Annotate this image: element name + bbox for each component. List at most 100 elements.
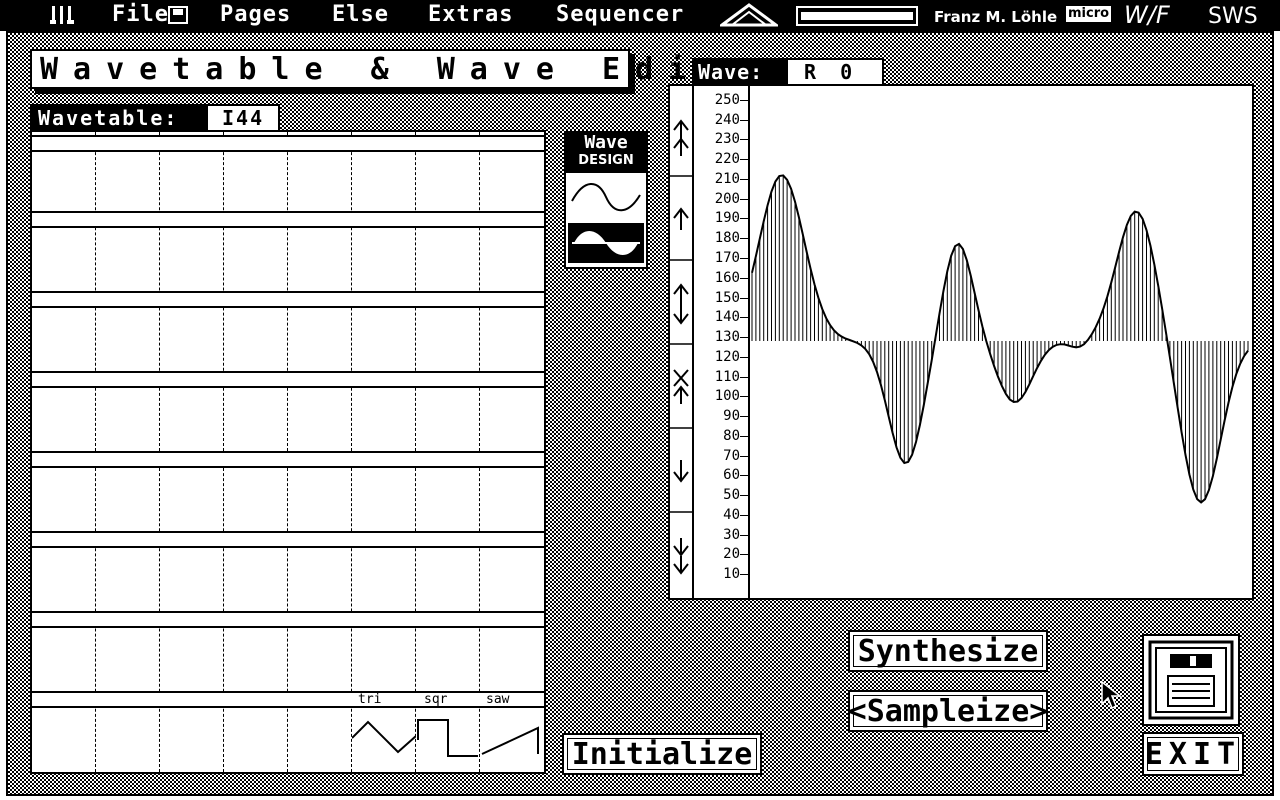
y-tick-label: 210: [714, 170, 740, 187]
menu-file[interactable]: File: [112, 2, 169, 27]
wave-design-palette: Wave DESIGN: [564, 131, 648, 269]
menu-bar: File Pages Else Extras Sequencer Franz M…: [0, 0, 1280, 31]
y-tick-label: 90: [723, 408, 740, 425]
y-tick-mark: [740, 317, 748, 318]
up-down-arrow-icon[interactable]: [673, 283, 689, 325]
page-title: Wavetable & Wave Edit: [40, 52, 735, 87]
y-tick-mark: [740, 416, 748, 417]
grid-row-band: [32, 211, 544, 228]
wave-label: Wave:: [694, 60, 788, 84]
y-tick-label: 180: [714, 230, 740, 247]
sampleize-button[interactable]: <Sampleize>: [848, 690, 1048, 732]
wave-design-subtitle: DESIGN: [578, 153, 634, 168]
mouse-pointer-icon: [1101, 680, 1122, 710]
y-tick-label: 20: [723, 546, 740, 563]
grid-row-band: [32, 291, 544, 308]
brand-triangle-logo-icon: [720, 3, 778, 27]
y-tick-label: 160: [714, 269, 740, 286]
wave-value[interactable]: R 0: [804, 60, 852, 84]
y-tick-mark: [740, 337, 748, 338]
wave-design-title: Wave: [584, 132, 628, 153]
author-credit: Franz M. Löhle: [934, 8, 1058, 26]
y-tick-mark: [740, 495, 748, 496]
wavetable-label: Wavetable:: [32, 106, 208, 130]
menu-pages[interactable]: Pages: [220, 2, 291, 27]
y-tick-label: 40: [723, 506, 740, 523]
y-tick-mark: [740, 159, 748, 160]
y-tick-mark: [740, 377, 748, 378]
exit-button[interactable]: EXIT: [1142, 732, 1244, 776]
y-tick-mark: [740, 475, 748, 476]
sine-filled-tool[interactable]: [568, 223, 644, 263]
y-tick-mark: [740, 139, 748, 140]
y-tick-mark: [740, 258, 748, 259]
initialize-button[interactable]: Initialize: [562, 733, 762, 775]
title-panel: Wavetable & Wave Edit: [30, 49, 719, 89]
brand-wordmark-logo: [796, 6, 918, 26]
wave-field[interactable]: Wave: R 0: [692, 58, 884, 86]
swap-up-arrow-icon[interactable]: [673, 369, 689, 404]
y-tick-mark: [740, 357, 748, 358]
sawtooth-wave-icon[interactable]: [480, 712, 542, 760]
y-tick-mark: [740, 396, 748, 397]
sws-logo: SWS: [1208, 4, 1258, 29]
menu-extras[interactable]: Extras: [428, 2, 513, 27]
y-tick-mark: [740, 574, 748, 575]
y-tick-mark: [740, 535, 748, 536]
y-tick-label: 130: [714, 329, 740, 346]
preset-tri-label: tri: [358, 692, 382, 707]
wave-design-header: Wave DESIGN: [566, 133, 646, 173]
double-down-arrow-icon[interactable]: [673, 538, 689, 575]
y-tick-label: 110: [714, 368, 740, 385]
down-arrow-icon[interactable]: [673, 460, 689, 483]
preset-saw-label: saw: [486, 692, 510, 707]
y-tick-label: 60: [723, 467, 740, 484]
wave-plot[interactable]: [750, 86, 1252, 598]
y-tick-label: 200: [714, 190, 740, 207]
y-tick-label: 120: [714, 348, 740, 365]
y-tick-label: 80: [723, 427, 740, 444]
y-tick-mark: [740, 120, 748, 121]
up-arrow-icon[interactable]: [673, 207, 689, 230]
grid-row-band: [32, 135, 544, 152]
wave-sample-bars: [751, 175, 1249, 503]
sine-wave-icon[interactable]: [568, 177, 644, 217]
wavetable-grid[interactable]: tri sqr saw: [30, 130, 546, 774]
y-tick-label: 230: [714, 131, 740, 148]
double-up-arrow-icon[interactable]: [673, 119, 689, 156]
wavetable-value[interactable]: I44: [222, 106, 264, 130]
square-wave-icon[interactable]: [416, 712, 480, 760]
y-tick-label: 220: [714, 151, 740, 168]
y-tick-label: 240: [714, 111, 740, 128]
y-tick-mark: [740, 179, 748, 180]
micro-badge: micro: [1066, 6, 1112, 22]
y-tick-label: 150: [714, 289, 740, 306]
y-tick-label: 70: [723, 447, 740, 464]
menu-else[interactable]: Else: [332, 2, 389, 27]
y-tick-label: 30: [723, 526, 740, 543]
y-tick-label: 170: [714, 250, 740, 266]
y-tick-mark: [740, 278, 748, 279]
sine-wave-filled-icon: [572, 231, 640, 255]
wave-scroll-column: [670, 86, 694, 598]
atari-logo-icon[interactable]: [50, 4, 74, 26]
y-tick-mark: [740, 436, 748, 437]
floppy-disk-icon: [1148, 640, 1234, 720]
grid-row-band: [32, 451, 544, 468]
preset-sqr-label: sqr: [424, 692, 448, 707]
menu-sequencer[interactable]: Sequencer: [556, 2, 684, 27]
y-tick-label: 190: [714, 210, 740, 227]
y-tick-label: 50: [723, 487, 740, 504]
y-tick-label: 140: [714, 309, 740, 326]
disk-button[interactable]: [1142, 634, 1240, 726]
y-tick-mark: [740, 238, 748, 239]
synthesize-button[interactable]: Synthesize: [848, 630, 1048, 672]
wave-editor-panel: 250 240 230 220 210 200 190 180 170 160 150 140 130 1…: [668, 84, 1254, 600]
y-tick-mark: [740, 218, 748, 219]
y-tick-label: 10: [723, 566, 740, 583]
triangle-wave-icon[interactable]: [352, 712, 416, 760]
y-tick-mark: [740, 199, 748, 200]
y-tick-label: 250: [714, 91, 740, 108]
y-tick-label: 100: [714, 388, 740, 405]
wavetable-field[interactable]: Wavetable: I44: [30, 104, 280, 132]
